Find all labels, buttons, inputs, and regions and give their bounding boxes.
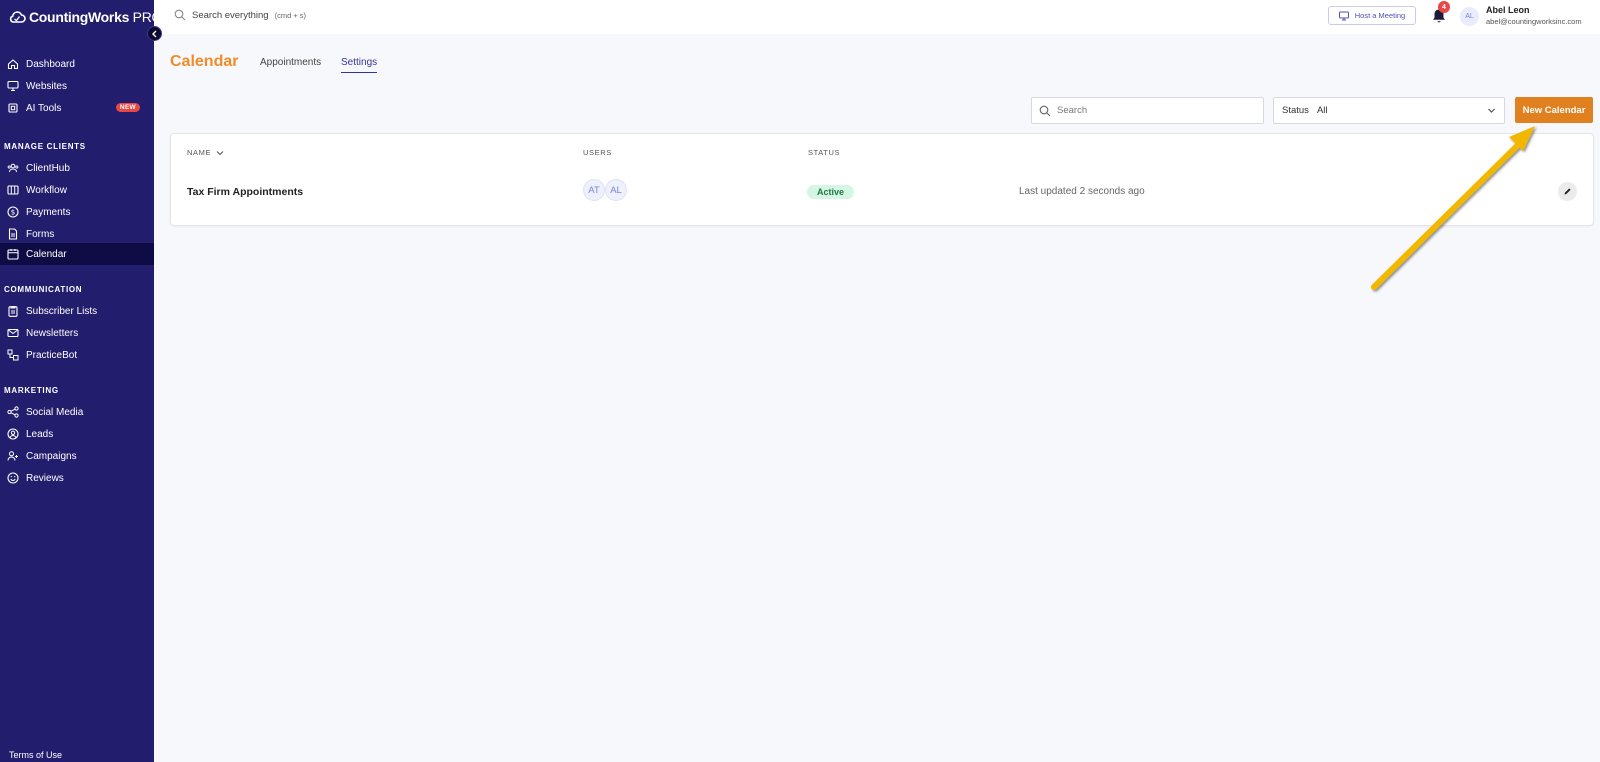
share-icon <box>6 406 19 419</box>
global-search-label: Search everything <box>192 9 269 21</box>
search-icon <box>1039 105 1051 116</box>
new-badge: NEW <box>115 103 140 112</box>
collapse-sidebar-button[interactable] <box>147 26 162 41</box>
svg-text:$: $ <box>10 209 14 217</box>
section-title-communication: COMMUNICATION <box>4 285 83 294</box>
user-name: Abel Leon <box>1486 5 1530 15</box>
column-header-label: NAME <box>187 148 212 157</box>
user-email: abel@countingworksinc.com <box>1486 17 1582 26</box>
tab-appointments[interactable]: Appointments <box>260 57 321 72</box>
host-meeting-label: Host a Meeting <box>1354 11 1406 20</box>
clipboard-icon <box>6 305 19 318</box>
calendars-table: NAME USERS STATUS Tax Firm Appointments … <box>170 133 1594 226</box>
sidebar-item-practicebot[interactable]: PracticeBot <box>0 344 154 366</box>
sidebar-item-social-media[interactable]: Social Media <box>0 401 154 423</box>
sidebar-item-ai-tools[interactable]: AI Tools NEW <box>0 97 154 119</box>
host-meeting-button[interactable]: Host a Meeting <box>1328 6 1416 25</box>
sidebar-item-label: Dashboard <box>26 58 75 70</box>
top-bar: Search everything (cmd + s) Host a Meeti… <box>154 0 1600 34</box>
search-icon <box>174 9 186 21</box>
sort-chevron-down-icon <box>216 150 224 155</box>
sidebar-item-label: Calendar <box>26 248 67 260</box>
sidebar-item-label: Campaigns <box>26 450 77 462</box>
sidebar-item-label: PracticeBot <box>26 349 78 361</box>
sidebar-item-leads[interactable]: Leads <box>0 423 154 445</box>
chevron-left-icon <box>151 30 156 37</box>
status-badge: Active <box>807 185 855 199</box>
user-avatar: AT <box>583 179 605 201</box>
notification-count-badge: 4 <box>1438 1 1450 13</box>
section-title-manage-clients: MANAGE CLIENTS <box>4 142 86 151</box>
monitor-icon <box>6 80 19 93</box>
sidebar-item-label: Leads <box>26 428 54 440</box>
sidebar-item-websites[interactable]: Websites <box>0 75 154 97</box>
sidebar: CountingWorks PRO Dashboard Websites AI … <box>0 0 162 762</box>
sidebar-item-label: Newsletters <box>26 327 79 339</box>
search-input[interactable] <box>1057 105 1252 116</box>
dollar-icon: $ <box>6 206 19 219</box>
column-header-users: USERS <box>583 148 612 157</box>
sidebar-item-label: Subscriber Lists <box>26 305 98 317</box>
column-header-status: STATUS <box>808 148 841 157</box>
user-circle-icon <box>6 428 19 441</box>
sidebar-item-clienthub[interactable]: ClientHub <box>0 157 154 179</box>
column-header-name[interactable]: NAME <box>187 148 224 157</box>
users-icon <box>6 162 19 175</box>
last-updated-text: Last updated 2 seconds ago <box>1019 186 1145 197</box>
smile-icon <box>6 472 19 485</box>
status-filter-select[interactable]: Status All <box>1273 97 1505 124</box>
sidebar-item-dashboard[interactable]: Dashboard <box>0 53 154 75</box>
calendar-name-link[interactable]: Tax Firm Appointments <box>187 186 303 198</box>
status-filter-label: Status <box>1282 105 1309 116</box>
sidebar-item-calendar[interactable]: Calendar <box>0 243 154 265</box>
brand-name: CountingWorks PRO <box>29 9 163 25</box>
user-avatar: AL <box>605 179 627 201</box>
sidebar-item-workflow[interactable]: Workflow <box>0 179 154 201</box>
bot-icon <box>6 349 19 362</box>
tab-settings[interactable]: Settings <box>341 57 378 73</box>
page-title: Calendar <box>170 53 239 70</box>
new-calendar-button[interactable]: New Calendar <box>1515 97 1593 123</box>
global-search[interactable]: Search everything (cmd + s) <box>174 9 306 21</box>
monitor-icon <box>1338 11 1349 20</box>
sidebar-item-subscriber-lists[interactable]: Subscriber Lists <box>0 300 154 322</box>
user-avatar[interactable]: AL <box>1460 7 1479 26</box>
columns-icon <box>6 184 19 197</box>
sidebar-item-label: ClientHub <box>26 162 70 174</box>
global-search-hint: (cmd + s) <box>274 10 307 20</box>
sidebar-item-label: Reviews <box>26 472 64 484</box>
document-icon <box>6 228 19 241</box>
sidebar-item-newsletters[interactable]: Newsletters <box>0 322 154 344</box>
home-icon <box>6 58 19 71</box>
user-plus-icon <box>6 450 19 463</box>
sidebar-item-payments[interactable]: $ Payments <box>0 201 154 223</box>
sidebar-item-label: AI Tools <box>26 102 62 114</box>
chip-icon <box>6 102 19 115</box>
terms-of-use-link[interactable]: Terms of Use <box>9 750 62 760</box>
sidebar-item-label: Payments <box>26 206 71 218</box>
sidebar-item-label: Websites <box>26 80 67 92</box>
sidebar-item-reviews[interactable]: Reviews <box>0 467 154 489</box>
sidebar-item-forms[interactable]: Forms <box>0 223 154 245</box>
sidebar-item-label: Forms <box>26 228 55 240</box>
edit-button[interactable] <box>1558 182 1577 201</box>
sidebar-item-label: Social Media <box>26 406 84 418</box>
calendar-icon <box>6 248 19 261</box>
cloud-logo-icon <box>8 8 26 26</box>
status-filter-value: All <box>1316 105 1328 116</box>
pencil-icon <box>1564 188 1571 195</box>
section-title-marketing: MARKETING <box>4 386 59 395</box>
brand-logo[interactable]: CountingWorks PRO <box>8 6 162 28</box>
mail-icon <box>6 327 19 340</box>
search-field[interactable] <box>1031 97 1264 124</box>
sidebar-item-label: Workflow <box>26 184 67 196</box>
chevron-down-icon <box>1487 106 1496 115</box>
sidebar-item-campaigns[interactable]: Campaigns <box>0 445 154 467</box>
